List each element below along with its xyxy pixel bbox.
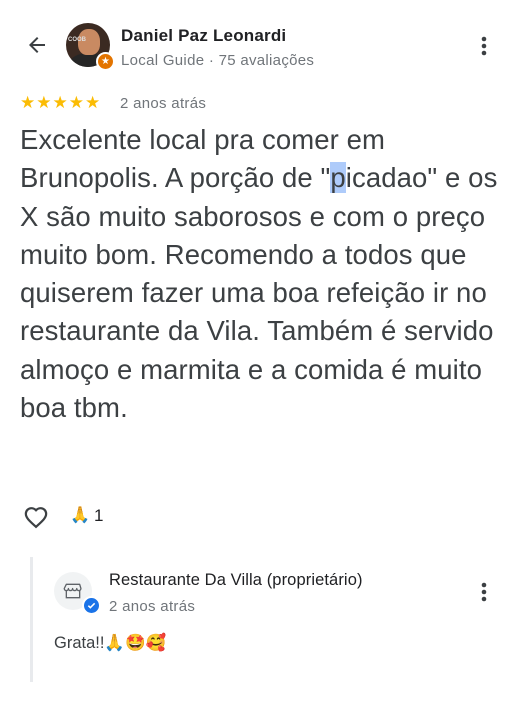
review-date: 2 anos atrás: [120, 95, 207, 112]
more-vert-icon: [481, 582, 487, 602]
reviewer-subtitle: Local Guide · 75 avaliações: [121, 52, 315, 69]
review-text: Excelente local pra comer em Brunopolis.…: [20, 124, 498, 424]
reaction-count: 1: [94, 506, 104, 525]
star-rating: ★ ★ ★ ★ ★: [20, 94, 100, 112]
reply-more-options-button[interactable]: [471, 578, 497, 606]
star-icon: ★: [20, 93, 36, 112]
back-button[interactable]: [20, 28, 54, 62]
star-icon: ★: [52, 93, 68, 112]
pray-reaction-button[interactable]: 🙏: [70, 505, 90, 525]
text-selection: p: [330, 162, 346, 194]
star-icon: ★: [36, 93, 52, 112]
like-button[interactable]: [22, 503, 50, 529]
verified-check-icon: [82, 596, 101, 615]
reply-divider: [30, 557, 33, 682]
reply-date: 2 anos atrás: [109, 598, 196, 615]
storefront-icon: [63, 583, 82, 599]
star-icon: ★: [68, 93, 84, 112]
reply-text: Grata!!🙏🤩🥰: [54, 634, 167, 652]
heart-outline-icon: [24, 507, 48, 529]
local-guide-star-icon: ★: [96, 52, 115, 71]
owner-name: Restaurante Da Villa (proprietário): [109, 571, 363, 589]
more-vert-icon: [481, 36, 487, 56]
reviewer-name[interactable]: Daniel Paz Leonardi: [121, 26, 286, 46]
star-icon: ★: [85, 93, 101, 112]
review-more-options-button[interactable]: [471, 32, 497, 60]
back-arrow-icon: [29, 37, 45, 53]
